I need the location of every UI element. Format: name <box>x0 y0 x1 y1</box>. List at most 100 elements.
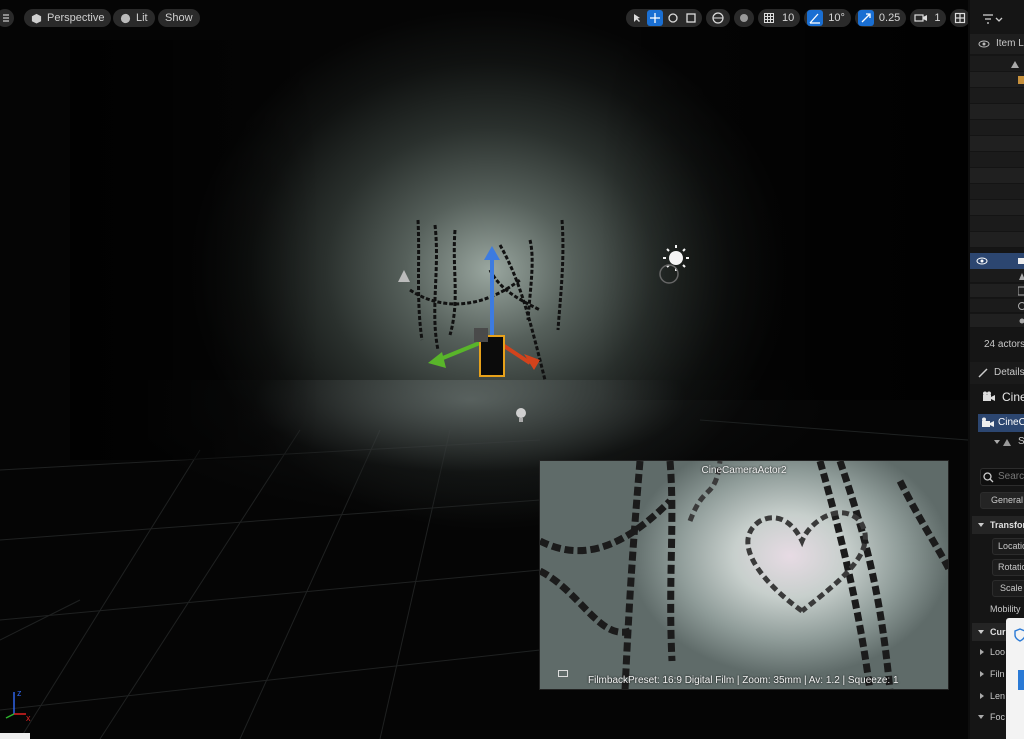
pencil-icon <box>978 368 988 378</box>
expand-arrow-icon[interactable] <box>994 440 1000 444</box>
viewport-layout-button[interactable] <box>950 9 968 27</box>
scale-snap-icon <box>861 13 871 23</box>
rotation-button[interactable]: Rotatio <box>992 559 1024 576</box>
outliner-row[interactable] <box>970 269 1024 283</box>
grid-icon <box>764 13 774 23</box>
outliner-row[interactable] <box>970 136 1024 152</box>
show-button[interactable]: Show <box>158 9 200 27</box>
outliner-row[interactable] <box>970 72 1024 88</box>
details-tab[interactable]: Details <box>970 362 1024 384</box>
outliner-row[interactable] <box>970 56 1024 72</box>
perspective-button[interactable]: Perspective <box>24 9 112 27</box>
outliner-row[interactable] <box>970 88 1024 104</box>
scale-label: Scale <box>1000 583 1023 593</box>
camera-speed-value[interactable]: 1 <box>931 12 943 24</box>
details-search-input[interactable]: Searc <box>980 468 1024 486</box>
cine-camera-icon <box>983 391 995 401</box>
folder-icon <box>1018 76 1024 84</box>
details-actor-header: Cine <box>970 386 1024 408</box>
layout-icon <box>955 12 966 24</box>
focus-label: Foc <box>990 712 1006 722</box>
level-viewport[interactable]: Perspective Lit Show 10 10° 0.25 1 CineC… <box>0 0 968 739</box>
light-icon <box>1019 318 1024 324</box>
outliner-row[interactable] <box>970 168 1024 184</box>
camera-speed-button[interactable] <box>913 10 929 26</box>
collapse-arrow-icon[interactable] <box>978 715 984 719</box>
wall-shadow-right <box>600 20 968 400</box>
select-tool-button[interactable] <box>629 10 645 26</box>
outliner-row[interactable] <box>970 232 1024 248</box>
camera-icon <box>914 14 928 22</box>
tab-general[interactable]: General <box>980 492 1024 509</box>
camera-preview[interactable]: CineCameraActor2 FilmbackPreset: 16:9 Di… <box>539 460 949 690</box>
mobility-label: Mobility <box>990 604 1021 614</box>
lightbulb-icon[interactable] <box>514 406 528 424</box>
scale-snap-button[interactable] <box>857 10 874 26</box>
expand-arrow-icon[interactable] <box>980 693 984 699</box>
eye-icon[interactable] <box>978 39 990 49</box>
section-transform-label: Transfor <box>990 520 1024 530</box>
scale-snap-value[interactable]: 0.25 <box>876 12 903 24</box>
cube-icon <box>31 13 42 24</box>
world-local-button[interactable] <box>706 9 730 27</box>
point-light-icon[interactable] <box>655 243 695 291</box>
scale-snap-group[interactable]: 0.25 <box>854 9 907 27</box>
grid-snap-button[interactable] <box>761 10 777 26</box>
rotate-icon <box>668 13 678 23</box>
axis-indicator: z x <box>5 688 31 723</box>
outliner-row[interactable] <box>970 299 1024 313</box>
camera-icon <box>1003 439 1011 446</box>
outliner-label-column[interactable]: Item L <box>996 38 1024 49</box>
outliner-row[interactable] <box>970 314 1024 328</box>
popup-accent-bar <box>1018 670 1024 690</box>
outliner-row[interactable] <box>970 152 1024 168</box>
outliner-row-selected[interactable] <box>970 253 1024 269</box>
show-label: Show <box>165 12 193 24</box>
notification-popup[interactable] <box>1006 618 1024 739</box>
preview-chains <box>540 461 948 689</box>
collapse-arrow-icon[interactable] <box>978 630 984 634</box>
location-button[interactable]: Locatio <box>992 538 1024 555</box>
rotation-snap-button[interactable] <box>807 10 824 26</box>
rotation-snap-value[interactable]: 10° <box>825 12 848 24</box>
transform-gizmo[interactable] <box>420 238 540 388</box>
outliner-row[interactable] <box>970 284 1024 298</box>
camera-actor-icon[interactable] <box>396 268 412 284</box>
component-row-selected[interactable]: CineC <box>978 414 1024 432</box>
outliner-row[interactable] <box>970 184 1024 200</box>
right-panel: Item L 24 actors Details Cine <box>968 0 1024 739</box>
outliner-row[interactable] <box>970 200 1024 216</box>
expand-arrow-icon[interactable] <box>980 671 984 677</box>
eye-icon[interactable] <box>976 256 988 266</box>
collapse-arrow-icon[interactable] <box>978 523 984 527</box>
lookat-label: Loo <box>990 647 1006 657</box>
rotate-tool-button[interactable] <box>665 10 681 26</box>
shield-icon <box>1014 628 1024 642</box>
filmback-label: Filn <box>990 669 1005 679</box>
scale-button[interactable]: Scale <box>992 580 1024 597</box>
scale-tool-button[interactable] <box>683 10 699 26</box>
expand-arrow-icon[interactable] <box>980 649 984 655</box>
axis-z-label: z <box>17 688 22 698</box>
translate-icon <box>650 13 660 23</box>
tab-general-label: General <box>991 495 1024 505</box>
outliner-row[interactable] <box>970 216 1024 232</box>
viewport-menu-button[interactable] <box>0 9 14 27</box>
details-actor-name[interactable]: Cine <box>1002 390 1024 404</box>
grid-snap-group[interactable]: 10 <box>758 9 801 27</box>
camera-speed-group[interactable]: 1 <box>910 9 947 27</box>
filter-icon[interactable] <box>982 12 1004 26</box>
outliner-row[interactable] <box>970 104 1024 120</box>
translate-tool-button[interactable] <box>647 10 663 26</box>
select-icon <box>634 14 640 22</box>
grid-snap-value[interactable]: 10 <box>779 12 797 24</box>
outliner-row[interactable] <box>970 120 1024 136</box>
rotation-snap-group[interactable]: 10° <box>804 9 851 27</box>
lit-label: Lit <box>136 12 148 24</box>
subcomponent-row[interactable]: S <box>970 434 1024 450</box>
surface-snap-button[interactable] <box>734 9 754 27</box>
lens-label: Len <box>990 691 1006 701</box>
lit-button[interactable]: Lit <box>113 9 155 27</box>
section-transform[interactable]: Transfor <box>972 516 1024 534</box>
rotation-label: Rotatio <box>998 562 1024 572</box>
